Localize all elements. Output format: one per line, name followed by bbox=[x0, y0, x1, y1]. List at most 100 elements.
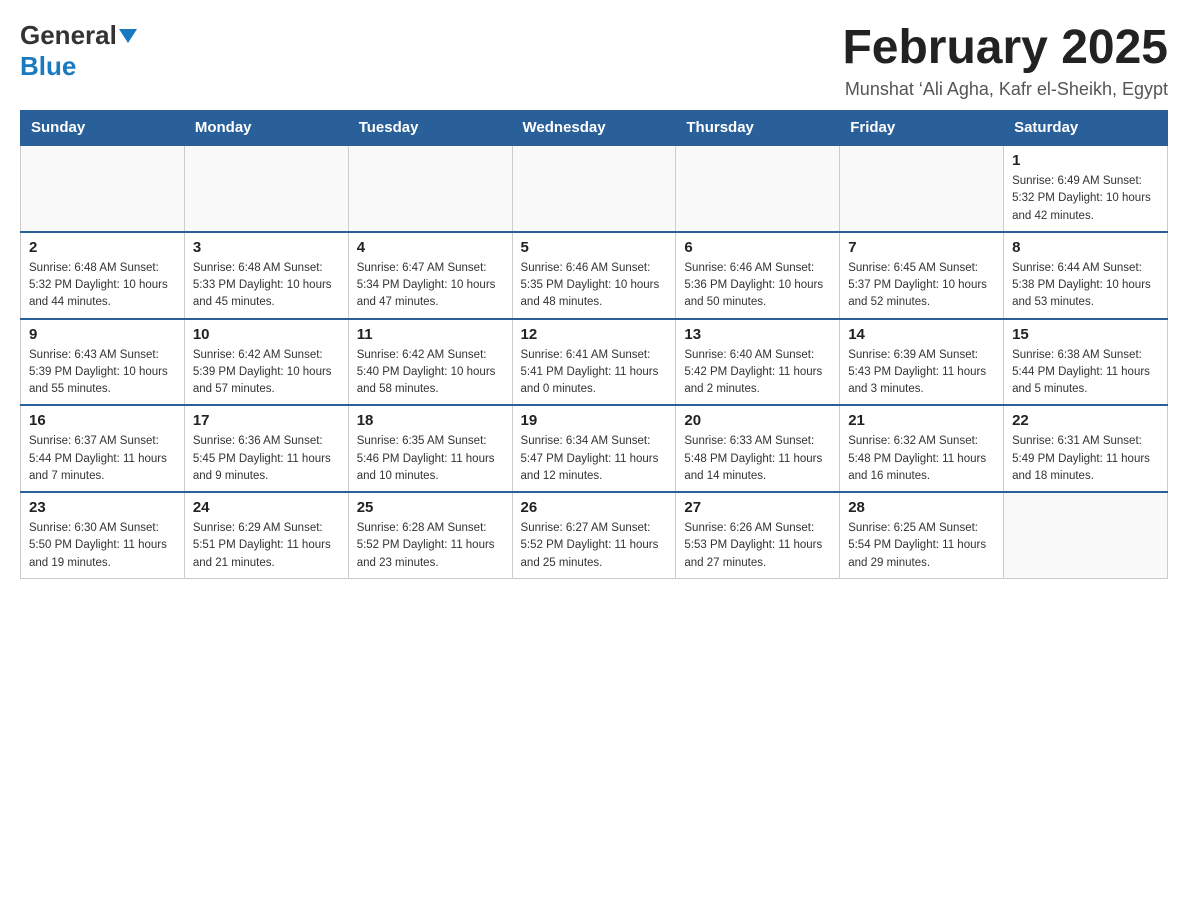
calendar-day-cell: 14 Sunrise: 6:39 AM Sunset: 5:43 PM Dayli… bbox=[840, 319, 1004, 406]
calendar-day-cell: 7Sunrise: 6:45 AM Sunset: 5:37 PM Daylig… bbox=[840, 232, 1004, 319]
calendar-day-cell: 19 Sunrise: 6:34 AM Sunset: 5:47 PM Dayli… bbox=[512, 405, 676, 492]
day-info: Sunrise: 6:41 AM Sunset: 5:41 PM Dayligh… bbox=[521, 347, 668, 399]
day-info: Sunrise: 6:42 AM Sunset: 5:39 PM Dayligh… bbox=[193, 347, 340, 399]
calendar-day-cell: 26Sunrise: 6:27 AM Sunset: 5:52 PM Dayli… bbox=[512, 492, 676, 578]
day-info: Sunrise: 6:38 AM Sunset: 5:44 PM Dayligh… bbox=[1012, 347, 1159, 399]
title-block: February 2025 Munshat ‘Ali Agha, Kafr el… bbox=[842, 20, 1168, 100]
logo-blue-text: Blue bbox=[20, 51, 76, 81]
day-number: 4 bbox=[357, 239, 504, 256]
calendar-day-cell: 1 Sunrise: 6:49 AM Sunset: 5:32 PM Daylig… bbox=[1004, 145, 1168, 232]
calendar-week-row: 23 Sunrise: 6:30 AM Sunset: 5:50 PM Dayli… bbox=[21, 492, 1168, 578]
day-number: 22 bbox=[1012, 412, 1159, 429]
calendar-day-cell bbox=[21, 145, 185, 232]
day-number: 18 bbox=[357, 412, 504, 429]
calendar-day-cell: 8 Sunrise: 6:44 AM Sunset: 5:38 PM Daylig… bbox=[1004, 232, 1168, 319]
calendar-day-cell: 13 Sunrise: 6:40 AM Sunset: 5:42 PM Dayli… bbox=[676, 319, 840, 406]
day-number: 5 bbox=[521, 239, 668, 256]
day-info: Sunrise: 6:37 AM Sunset: 5:44 PM Dayligh… bbox=[29, 433, 176, 485]
day-info: Sunrise: 6:47 AM Sunset: 5:34 PM Dayligh… bbox=[357, 260, 504, 312]
day-info: Sunrise: 6:46 AM Sunset: 5:35 PM Dayligh… bbox=[521, 260, 668, 312]
calendar-day-cell: 28 Sunrise: 6:25 AM Sunset: 5:54 PM Dayli… bbox=[840, 492, 1004, 578]
calendar-day-cell: 2Sunrise: 6:48 AM Sunset: 5:32 PM Daylig… bbox=[21, 232, 185, 319]
day-number: 19 bbox=[521, 412, 668, 429]
calendar-day-cell: 18Sunrise: 6:35 AM Sunset: 5:46 PM Dayli… bbox=[348, 405, 512, 492]
calendar-day-cell: 23 Sunrise: 6:30 AM Sunset: 5:50 PM Dayli… bbox=[21, 492, 185, 578]
calendar-day-cell bbox=[676, 145, 840, 232]
day-number: 28 bbox=[848, 499, 995, 516]
logo-triangle-icon bbox=[119, 29, 137, 43]
calendar-day-header: Monday bbox=[184, 111, 348, 146]
day-number: 11 bbox=[357, 326, 504, 343]
calendar-day-header: Thursday bbox=[676, 111, 840, 146]
calendar-title: February 2025 bbox=[842, 20, 1168, 75]
day-number: 10 bbox=[193, 326, 340, 343]
calendar-day-header: Friday bbox=[840, 111, 1004, 146]
calendar-week-row: 2Sunrise: 6:48 AM Sunset: 5:32 PM Daylig… bbox=[21, 232, 1168, 319]
calendar-week-row: 16 Sunrise: 6:37 AM Sunset: 5:44 PM Dayli… bbox=[21, 405, 1168, 492]
day-number: 1 bbox=[1012, 152, 1159, 169]
day-info: Sunrise: 6:25 AM Sunset: 5:54 PM Dayligh… bbox=[848, 520, 995, 572]
calendar-location: Munshat ‘Ali Agha, Kafr el-Sheikh, Egypt bbox=[842, 79, 1168, 100]
calendar-day-cell: 4 Sunrise: 6:47 AM Sunset: 5:34 PM Daylig… bbox=[348, 232, 512, 319]
day-number: 12 bbox=[521, 326, 668, 343]
calendar-day-header: Tuesday bbox=[348, 111, 512, 146]
page-header: General Blue February 2025 Munshat ‘Ali … bbox=[20, 20, 1168, 100]
calendar-day-cell: 11Sunrise: 6:42 AM Sunset: 5:40 PM Dayli… bbox=[348, 319, 512, 406]
day-number: 21 bbox=[848, 412, 995, 429]
calendar-day-header: Sunday bbox=[21, 111, 185, 146]
calendar-day-cell: 6 Sunrise: 6:46 AM Sunset: 5:36 PM Daylig… bbox=[676, 232, 840, 319]
day-number: 14 bbox=[848, 326, 995, 343]
day-info: Sunrise: 6:43 AM Sunset: 5:39 PM Dayligh… bbox=[29, 347, 176, 399]
day-number: 24 bbox=[193, 499, 340, 516]
calendar-day-header: Saturday bbox=[1004, 111, 1168, 146]
calendar-day-cell: 5 Sunrise: 6:46 AM Sunset: 5:35 PM Daylig… bbox=[512, 232, 676, 319]
calendar-day-cell: 24 Sunrise: 6:29 AM Sunset: 5:51 PM Dayli… bbox=[184, 492, 348, 578]
calendar-day-cell: 9 Sunrise: 6:43 AM Sunset: 5:39 PM Daylig… bbox=[21, 319, 185, 406]
logo: General Blue bbox=[20, 20, 137, 82]
day-number: 6 bbox=[684, 239, 831, 256]
calendar-day-cell bbox=[184, 145, 348, 232]
day-number: 27 bbox=[684, 499, 831, 516]
calendar-day-cell: 16 Sunrise: 6:37 AM Sunset: 5:44 PM Dayli… bbox=[21, 405, 185, 492]
day-number: 16 bbox=[29, 412, 176, 429]
day-number: 20 bbox=[684, 412, 831, 429]
day-info: Sunrise: 6:44 AM Sunset: 5:38 PM Dayligh… bbox=[1012, 260, 1159, 312]
day-info: Sunrise: 6:36 AM Sunset: 5:45 PM Dayligh… bbox=[193, 433, 340, 485]
logo-general-text: General bbox=[20, 20, 117, 51]
day-info: Sunrise: 6:39 AM Sunset: 5:43 PM Dayligh… bbox=[848, 347, 995, 399]
day-info: Sunrise: 6:30 AM Sunset: 5:50 PM Dayligh… bbox=[29, 520, 176, 572]
day-number: 3 bbox=[193, 239, 340, 256]
day-info: Sunrise: 6:34 AM Sunset: 5:47 PM Dayligh… bbox=[521, 433, 668, 485]
calendar-week-row: 9 Sunrise: 6:43 AM Sunset: 5:39 PM Daylig… bbox=[21, 319, 1168, 406]
day-number: 8 bbox=[1012, 239, 1159, 256]
calendar-week-row: 1 Sunrise: 6:49 AM Sunset: 5:32 PM Daylig… bbox=[21, 145, 1168, 232]
day-info: Sunrise: 6:31 AM Sunset: 5:49 PM Dayligh… bbox=[1012, 433, 1159, 485]
day-number: 13 bbox=[684, 326, 831, 343]
calendar-day-cell: 17 Sunrise: 6:36 AM Sunset: 5:45 PM Dayli… bbox=[184, 405, 348, 492]
calendar-day-cell: 15 Sunrise: 6:38 AM Sunset: 5:44 PM Dayli… bbox=[1004, 319, 1168, 406]
day-number: 15 bbox=[1012, 326, 1159, 343]
calendar-day-cell: 20Sunrise: 6:33 AM Sunset: 5:48 PM Dayli… bbox=[676, 405, 840, 492]
day-number: 7 bbox=[848, 239, 995, 256]
calendar-day-cell bbox=[1004, 492, 1168, 578]
calendar-day-cell: 10 Sunrise: 6:42 AM Sunset: 5:39 PM Dayli… bbox=[184, 319, 348, 406]
calendar-day-cell bbox=[840, 145, 1004, 232]
day-number: 23 bbox=[29, 499, 176, 516]
day-info: Sunrise: 6:29 AM Sunset: 5:51 PM Dayligh… bbox=[193, 520, 340, 572]
day-info: Sunrise: 6:48 AM Sunset: 5:32 PM Dayligh… bbox=[29, 260, 176, 312]
day-info: Sunrise: 6:49 AM Sunset: 5:32 PM Dayligh… bbox=[1012, 173, 1159, 225]
calendar-day-cell bbox=[348, 145, 512, 232]
day-info: Sunrise: 6:28 AM Sunset: 5:52 PM Dayligh… bbox=[357, 520, 504, 572]
calendar-day-header: Wednesday bbox=[512, 111, 676, 146]
day-info: Sunrise: 6:46 AM Sunset: 5:36 PM Dayligh… bbox=[684, 260, 831, 312]
day-info: Sunrise: 6:48 AM Sunset: 5:33 PM Dayligh… bbox=[193, 260, 340, 312]
calendar-header-row: SundayMondayTuesdayWednesdayThursdayFrid… bbox=[21, 111, 1168, 146]
calendar-day-cell: 12 Sunrise: 6:41 AM Sunset: 5:41 PM Dayli… bbox=[512, 319, 676, 406]
day-number: 17 bbox=[193, 412, 340, 429]
calendar-day-cell: 21Sunrise: 6:32 AM Sunset: 5:48 PM Dayli… bbox=[840, 405, 1004, 492]
day-number: 9 bbox=[29, 326, 176, 343]
day-info: Sunrise: 6:26 AM Sunset: 5:53 PM Dayligh… bbox=[684, 520, 831, 572]
calendar-day-cell: 22 Sunrise: 6:31 AM Sunset: 5:49 PM Dayli… bbox=[1004, 405, 1168, 492]
day-info: Sunrise: 6:40 AM Sunset: 5:42 PM Dayligh… bbox=[684, 347, 831, 399]
day-number: 26 bbox=[521, 499, 668, 516]
